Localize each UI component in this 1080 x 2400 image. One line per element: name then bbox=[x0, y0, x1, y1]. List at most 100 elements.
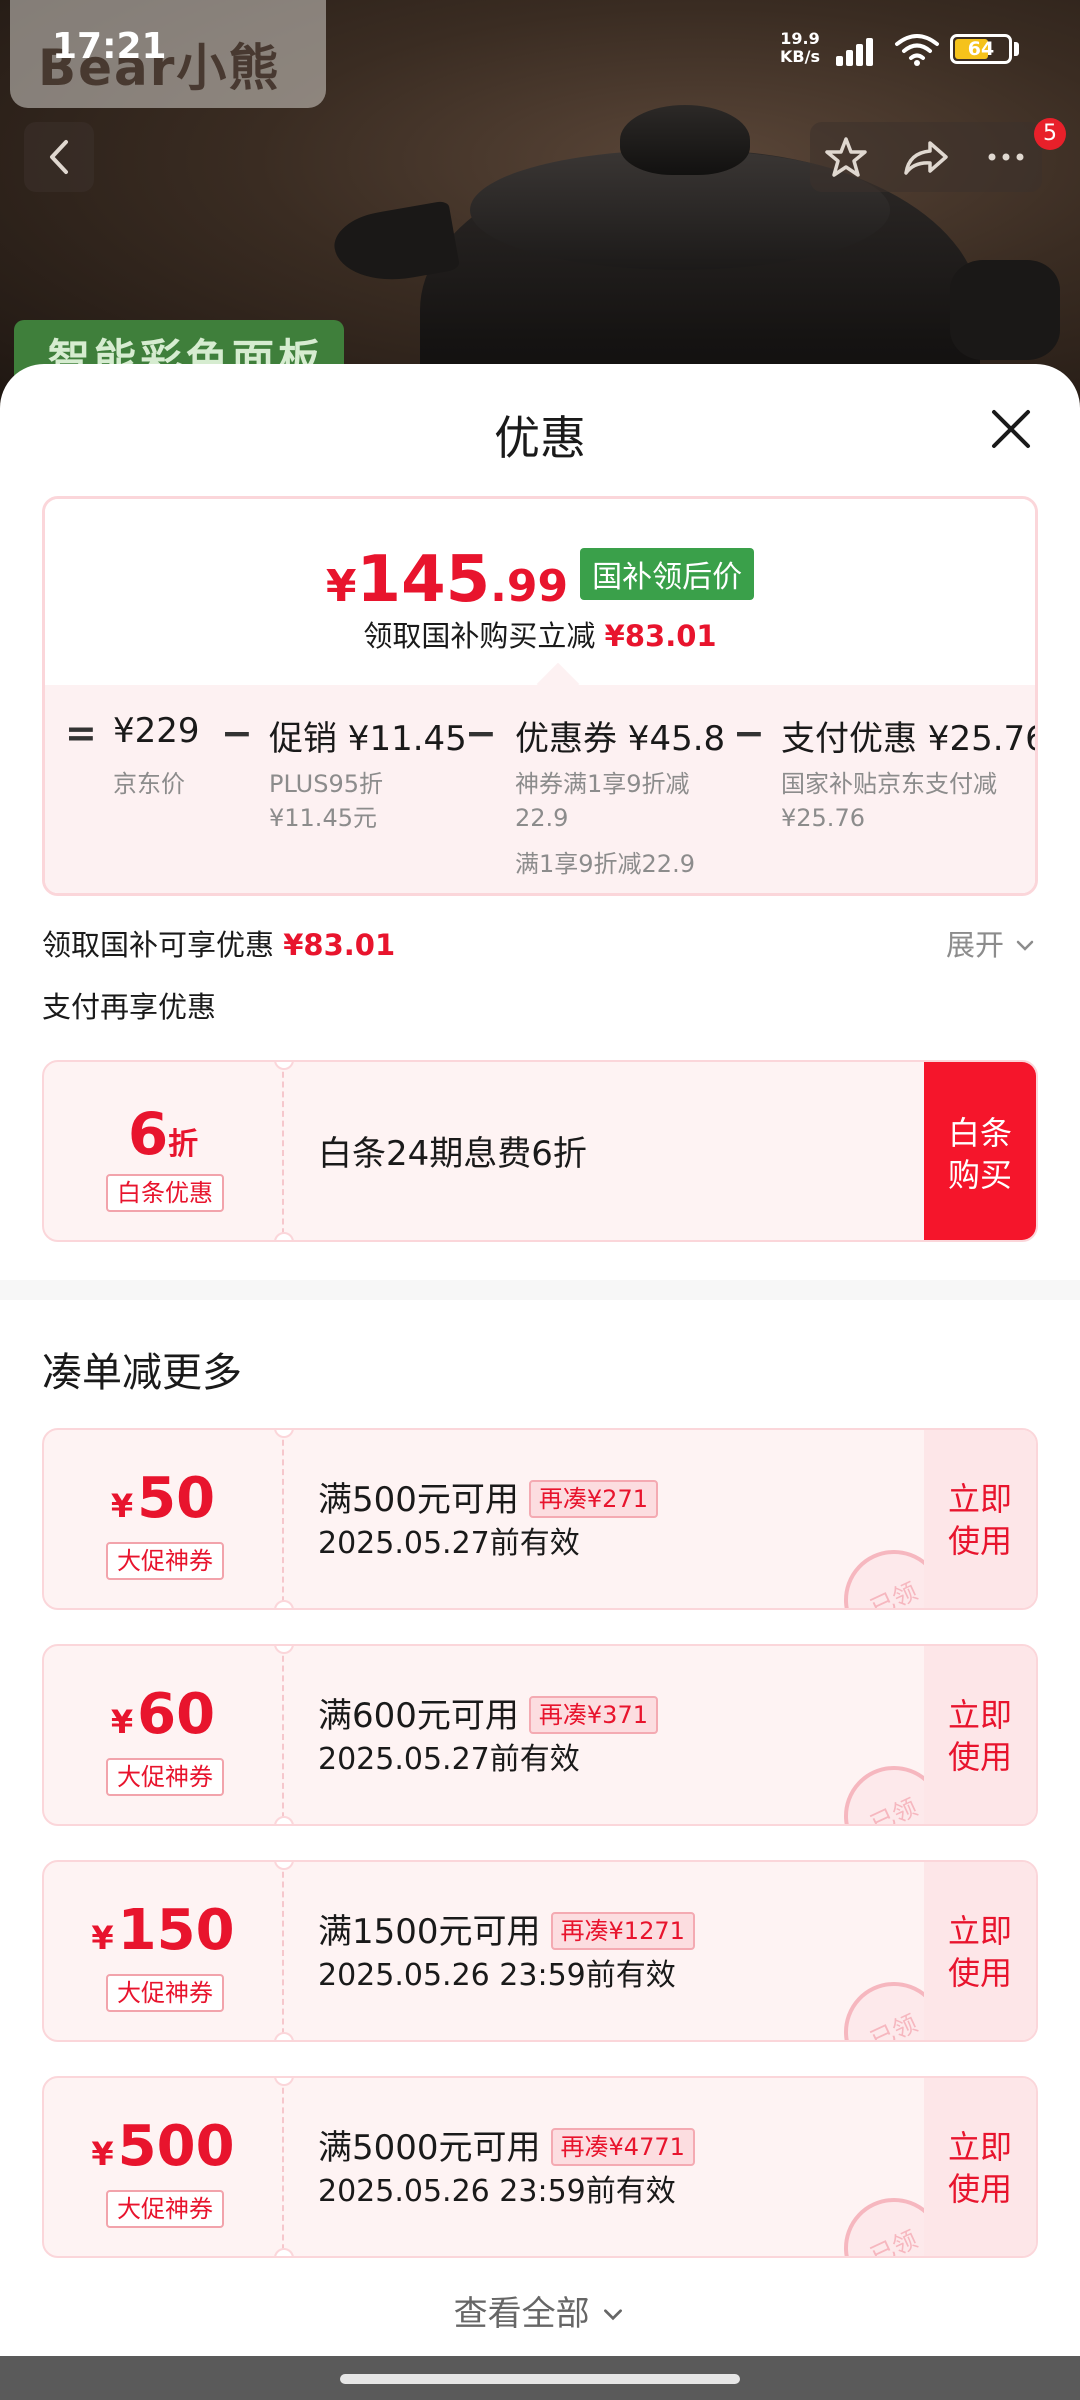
guobu-label: 领取国补可享优惠 bbox=[42, 928, 275, 962]
price-subtitle-text: 领取国补购买立减 bbox=[363, 619, 596, 653]
use-now-button[interactable]: 立即 使用 bbox=[924, 2078, 1036, 2256]
price-currency: ¥ bbox=[325, 561, 357, 612]
coupon-condition: 满600元可用 再凑¥371 bbox=[318, 1688, 658, 1737]
price-tag: 国补领后价 bbox=[580, 548, 755, 600]
price-summary: ¥145.99 国补领后价 领取国补购买立减 ¥83.01 bbox=[45, 499, 1035, 687]
battery-cap bbox=[1014, 42, 1019, 56]
minus-sign: − bbox=[733, 711, 765, 755]
coupon-amount: ¥500 bbox=[44, 2114, 282, 2179]
baitiao-tag: 白条优惠 bbox=[106, 1174, 224, 1212]
coupon-more-needed: 再凑¥1271 bbox=[550, 1912, 695, 1950]
coupon-condition-text: 满1500元可用 bbox=[318, 1912, 541, 1952]
back-button[interactable] bbox=[24, 122, 94, 192]
chevron-down-icon bbox=[1016, 940, 1034, 951]
coupon-desc-2: 满1享9折减22.9 bbox=[515, 850, 695, 878]
star-icon[interactable] bbox=[816, 127, 876, 187]
notification-badge: 5 bbox=[1034, 118, 1066, 150]
pay-discount-desc-amount: ¥25.76 bbox=[781, 804, 865, 832]
sheet-title: 优惠 bbox=[494, 411, 586, 465]
coupon-amount: ¥150 bbox=[44, 1898, 282, 1963]
signal-icon bbox=[836, 34, 882, 66]
net-speed-value: 19.9 bbox=[780, 29, 820, 48]
coupon-amount: 优惠券 ¥45.8 bbox=[515, 719, 726, 759]
coupon-card[interactable]: ¥150 大促神券 满1500元可用 再凑¥1271 2025.05.26 23:… bbox=[42, 1860, 1038, 2042]
coupon-more-needed: 再凑¥371 bbox=[528, 1696, 658, 1734]
view-all-button[interactable]: 查看全部 bbox=[0, 2286, 1080, 2335]
price-decimal: .99 bbox=[490, 561, 569, 612]
use-now-line2: 使用 bbox=[947, 1738, 1012, 1776]
coupon-amount: ¥60 bbox=[44, 1682, 282, 1747]
top-action-group bbox=[810, 122, 1042, 192]
coupon-currency: ¥ bbox=[91, 1919, 114, 1957]
home-indicator[interactable] bbox=[340, 2374, 740, 2384]
wifi-icon bbox=[895, 34, 939, 66]
coupon-validity: 2025.05.27前有效 bbox=[318, 1526, 580, 1561]
coupon-condition-text: 满600元可用 bbox=[318, 1696, 519, 1736]
status-bar: 17:21 19.9 KB/s 64 bbox=[0, 0, 1080, 100]
coupon-tag: 大促神券 bbox=[106, 1542, 224, 1580]
battery-level: 64 bbox=[967, 38, 995, 60]
coupon-notch bbox=[274, 1816, 294, 1824]
use-now-line1: 立即 bbox=[947, 1912, 1012, 1950]
price-breakdown: = ¥229 京东价 − 促销 ¥11.45 PLUS95折 ¥11.45元 −… bbox=[45, 685, 1038, 893]
close-icon[interactable] bbox=[986, 404, 1036, 454]
coupon-notch bbox=[274, 2248, 294, 2256]
coupon-value: ¥150 大促神券 bbox=[44, 1862, 284, 2040]
pay-discount-desc: 国家补贴京东支付减 bbox=[781, 770, 997, 798]
minus-sign: − bbox=[221, 711, 253, 755]
more-icon[interactable] bbox=[976, 127, 1036, 187]
price-subtitle: 领取国补购买立减 ¥83.01 bbox=[45, 613, 1035, 655]
coupon-card[interactable]: ¥50 大促神券 满500元可用 再凑¥271 2025.05.27前有效 已领 … bbox=[42, 1428, 1038, 1610]
back-icon bbox=[50, 140, 68, 174]
price-card: ¥145.99 国补领后价 领取国补购买立减 ¥83.01 = ¥229 京东价 … bbox=[42, 496, 1038, 896]
coupon-validity: 2025.05.26 23:59前有效 bbox=[318, 1958, 676, 1993]
chevron-down-icon bbox=[604, 2309, 623, 2321]
use-now-line1: 立即 bbox=[947, 2128, 1012, 2166]
expand-label: 展开 bbox=[946, 928, 1005, 962]
baitiao-card[interactable]: 6折 白条优惠 白条24期息费6折 白条 购买 bbox=[42, 1060, 1038, 1242]
share-icon[interactable] bbox=[896, 127, 956, 187]
coupon-condition-text: 满5000元可用 bbox=[318, 2128, 541, 2168]
coupon-notch bbox=[274, 1600, 294, 1608]
final-price-row: ¥145.99 国补领后价 bbox=[45, 543, 1035, 617]
coupon-amount-value: 500 bbox=[117, 2114, 235, 2179]
baitiao-buy-line1: 白条 bbox=[947, 1114, 1012, 1152]
price-subtitle-amount: ¥83.01 bbox=[604, 619, 717, 653]
coupon-validity: 2025.05.27前有效 bbox=[318, 1742, 580, 1777]
use-now-line2: 使用 bbox=[947, 2170, 1012, 2208]
jd-price-label: 京东价 bbox=[113, 770, 185, 798]
coupon-more-needed: 再凑¥4771 bbox=[550, 2128, 695, 2166]
coupon-validity: 2025.05.26 23:59前有效 bbox=[318, 2174, 676, 2209]
baitiao-discount-number: 6 bbox=[127, 1100, 169, 1168]
use-now-button[interactable]: 立即 使用 bbox=[924, 1430, 1036, 1608]
pay-section-title: 支付再享优惠 bbox=[42, 990, 217, 1024]
coupon-value: ¥60 大促神券 bbox=[44, 1646, 284, 1824]
jd-price: ¥229 bbox=[113, 711, 200, 751]
use-now-button[interactable]: 立即 使用 bbox=[924, 1646, 1036, 1824]
baitiao-discount: 6折 白条优惠 bbox=[44, 1062, 284, 1240]
coupon-card[interactable]: ¥60 大促神券 满600元可用 再凑¥371 2025.05.27前有效 已领 … bbox=[42, 1644, 1038, 1826]
coupon-desc: 神券满1享9折减 bbox=[515, 770, 690, 798]
coupon-value: ¥50 大促神券 bbox=[44, 1430, 284, 1608]
coupon-notch bbox=[274, 2032, 294, 2040]
coupon-desc-cont: 22.9 bbox=[515, 804, 569, 832]
coupon-condition: 满5000元可用 再凑¥4771 bbox=[318, 2120, 695, 2169]
coupon-card[interactable]: ¥500 大促神券 满5000元可用 再凑¥4771 2025.05.26 23:… bbox=[42, 2076, 1038, 2258]
pay-discount-amount: 支付优惠 ¥25.76 bbox=[781, 719, 1038, 759]
price-integer: 145 bbox=[356, 543, 491, 617]
coupon-condition: 满1500元可用 再凑¥1271 bbox=[318, 1904, 695, 1953]
product-pot-knob bbox=[620, 105, 750, 175]
use-now-button[interactable]: 立即 使用 bbox=[924, 1862, 1036, 2040]
section-divider bbox=[0, 1280, 1080, 1300]
coupon-currency: ¥ bbox=[110, 1487, 134, 1525]
expand-button[interactable]: 展开 bbox=[946, 922, 1037, 964]
baitiao-buy-button[interactable]: 白条 购买 bbox=[924, 1062, 1036, 1240]
promo-amount: 促销 ¥11.45 bbox=[269, 719, 467, 759]
baitiao-discount-value: 6折 bbox=[44, 1100, 282, 1168]
use-now-line1: 立即 bbox=[947, 1696, 1012, 1734]
coupon-amount-value: 150 bbox=[117, 1898, 235, 1963]
coupon-tag: 大促神券 bbox=[106, 1974, 224, 2012]
coupon-condition: 满500元可用 再凑¥271 bbox=[318, 1472, 658, 1521]
equals-sign: = bbox=[65, 711, 97, 755]
net-speed: 19.9 KB/s bbox=[780, 30, 820, 66]
